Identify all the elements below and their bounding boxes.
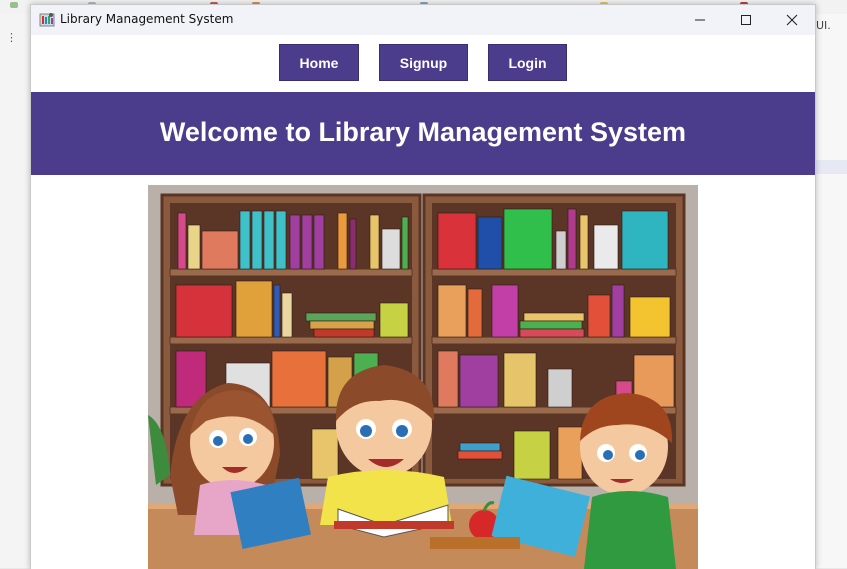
home-button[interactable]: Home xyxy=(279,44,359,81)
maximize-icon xyxy=(741,15,751,25)
background-right-text: UI. xyxy=(816,19,831,32)
background-right-panel xyxy=(814,14,847,568)
gutter-marker-icon: ⋮ xyxy=(6,31,17,44)
nav-bar: Home Signup Login xyxy=(31,35,815,92)
title-bar[interactable]: Library Management System xyxy=(31,5,815,35)
maximize-button[interactable] xyxy=(723,5,769,35)
close-icon xyxy=(786,14,798,26)
app-window: Library Management System Home Signup Lo… xyxy=(30,4,816,569)
signup-button[interactable]: Signup xyxy=(379,44,468,81)
minimize-button[interactable] xyxy=(677,5,723,35)
library-illustration xyxy=(148,185,698,569)
window-title: Library Management System xyxy=(60,12,234,26)
background-highlight-band xyxy=(814,160,847,174)
welcome-banner: Welcome to Library Management System xyxy=(31,92,815,175)
login-button[interactable]: Login xyxy=(488,44,567,81)
minimize-icon xyxy=(695,19,705,21)
close-button[interactable] xyxy=(769,5,815,35)
background-left-gutter: ⋮ xyxy=(0,14,30,568)
app-icon xyxy=(39,13,55,27)
toolbar-icon xyxy=(10,2,18,8)
welcome-heading: Welcome to Library Management System xyxy=(159,117,687,147)
